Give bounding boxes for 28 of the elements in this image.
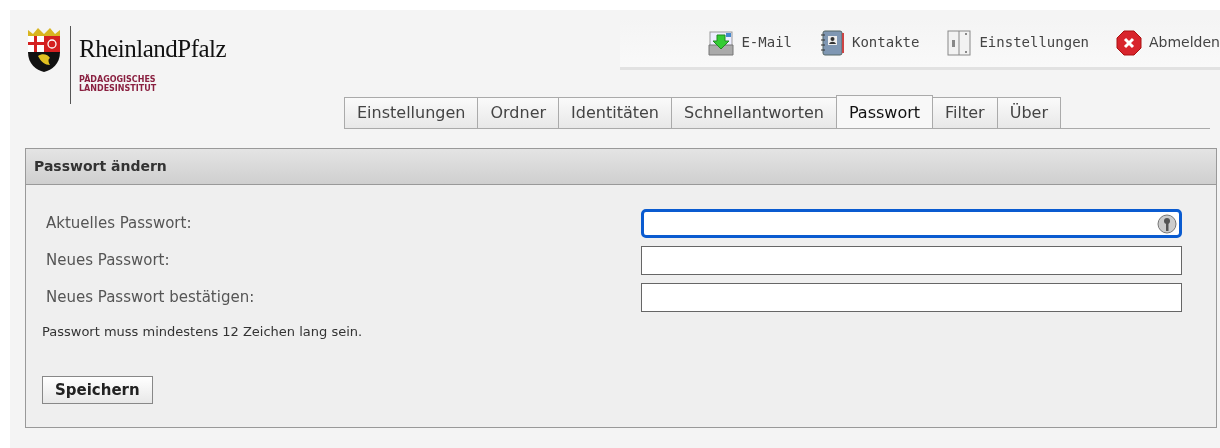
panel-title: Passwort ändern (26, 149, 1216, 185)
tab[interactable]: Einstellungen (344, 97, 479, 129)
toolbar-link[interactable]: Abmelden (1149, 32, 1220, 53)
password-field[interactable] (641, 283, 1182, 312)
hint-text: Passwort muss mindestens 12 Zeichen lang sein. (41, 323, 364, 341)
key-icon[interactable] (1157, 213, 1177, 234)
password-field[interactable] (641, 246, 1182, 275)
logo-subtitle: LANDESINSTITUT (79, 84, 158, 94)
tab[interactable]: Über (996, 97, 1061, 129)
inbox-icon (707, 28, 736, 57)
field-label: Aktuelles Passwort: (46, 213, 193, 235)
close-icon (1115, 28, 1143, 57)
toolbar-link[interactable]: Kontakte (852, 32, 920, 53)
save-button[interactable]: Speichern (42, 375, 153, 404)
tab[interactable]: Identitäten (558, 97, 672, 129)
address-book-icon (818, 28, 846, 57)
field-label: Neues Passwort bestätigen: (46, 287, 256, 309)
field-label: Neues Passwort: (46, 250, 171, 272)
toolbar-link[interactable]: Einstellungen (979, 32, 1089, 53)
tab[interactable]: Ordner (477, 97, 560, 129)
toolbar-link[interactable]: E-Mail (741, 32, 792, 53)
logo-subtitle: PÄDAGOGISCHES (79, 75, 157, 84)
switch-panel-icon (945, 28, 974, 57)
tab[interactable]: Filter (932, 97, 998, 129)
tab[interactable]: Schnellantworten (671, 97, 837, 129)
tab[interactable]: Passwort (835, 95, 934, 129)
logo-wordmark: RheinlandPfalz (79, 36, 227, 61)
password-field[interactable] (641, 209, 1182, 238)
